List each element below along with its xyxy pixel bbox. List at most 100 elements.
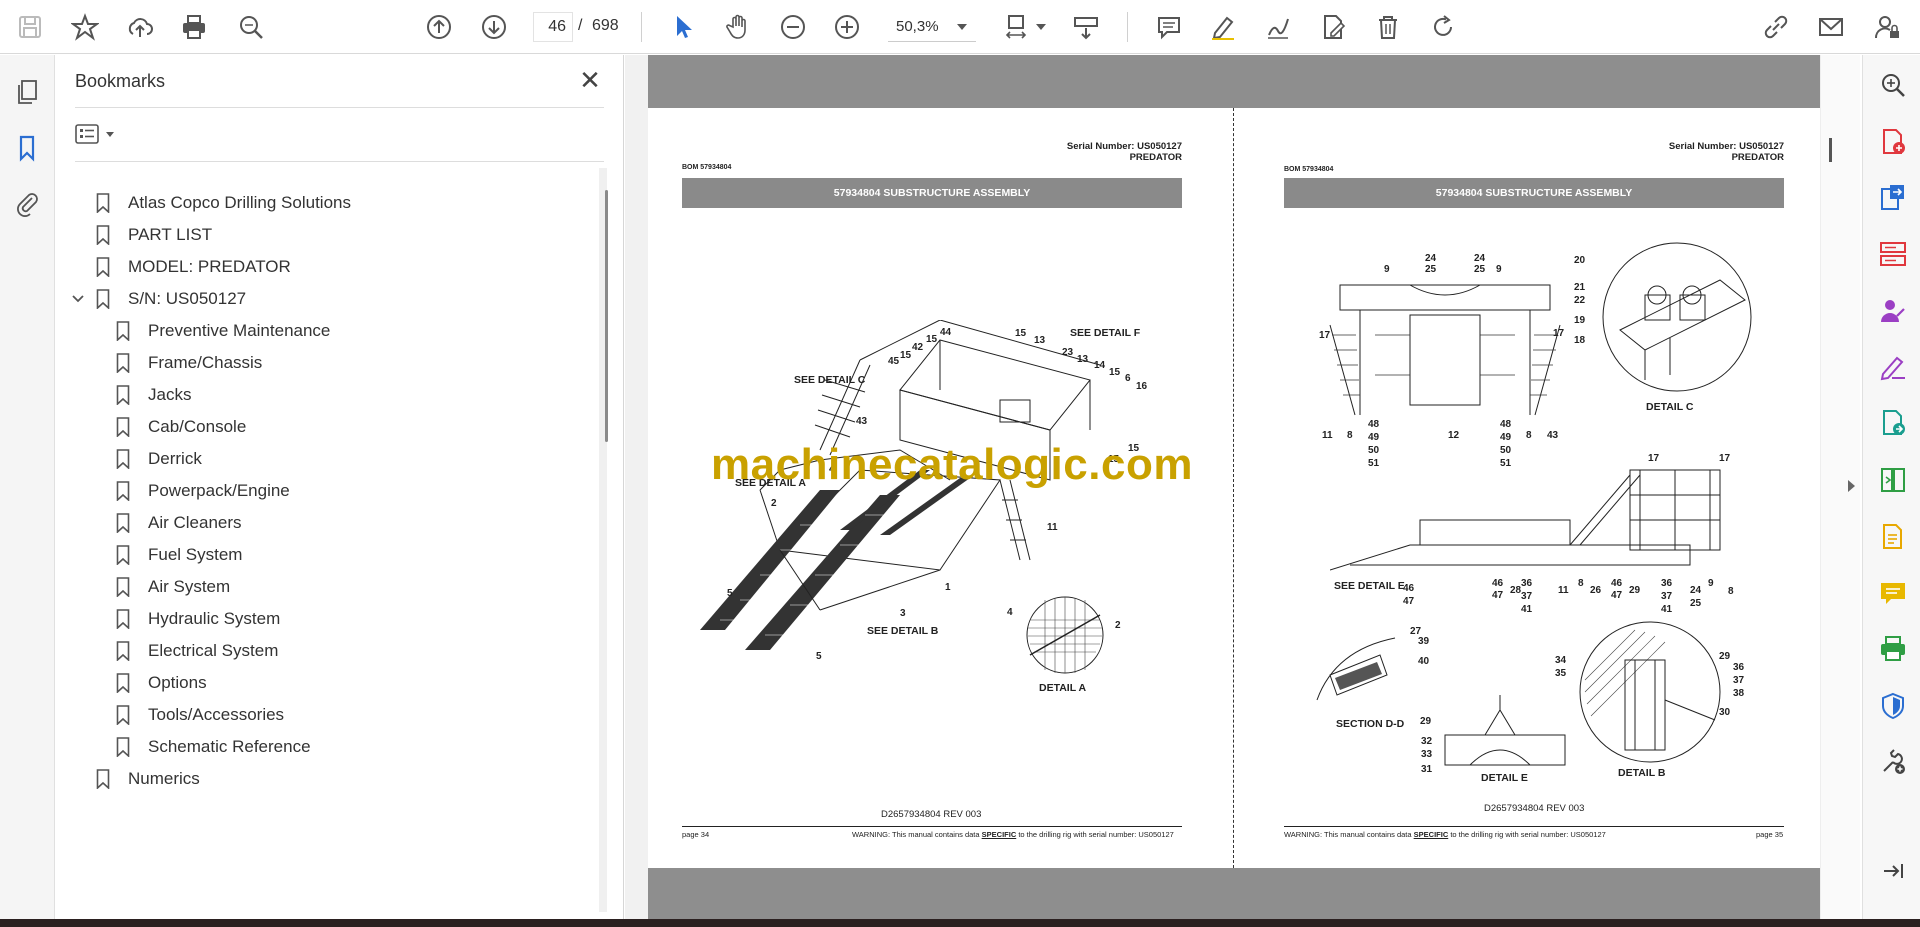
model-name: PREDATOR <box>1731 152 1784 163</box>
fit-page-icon[interactable] <box>999 9 1035 45</box>
bookmark-item-preventive-maintenance[interactable]: Preventive Maintenance <box>116 315 330 347</box>
page-number-input[interactable]: 46 <box>533 12 573 42</box>
next-page-icon[interactable] <box>476 9 512 45</box>
zoom-in-icon[interactable] <box>829 9 865 45</box>
bookmark-item-fuel-system[interactable]: Fuel System <box>116 539 242 571</box>
bookmark-label: Schematic Reference <box>148 737 311 756</box>
callout-50: 50 <box>1500 445 1512 456</box>
protect-shield-icon[interactable] <box>1877 690 1909 722</box>
bookmark-item-electrical-system[interactable]: Electrical System <box>116 635 278 667</box>
redo-rotate-icon[interactable] <box>1425 9 1461 45</box>
bookmark-item-model[interactable]: MODEL: PREDATOR <box>96 251 291 283</box>
delete-trash-icon[interactable] <box>1370 9 1406 45</box>
detail-c-drawing <box>1602 242 1752 392</box>
bookmark-icon <box>96 193 110 213</box>
bookmark-item-hydraulic-system[interactable]: Hydraulic System <box>116 603 280 635</box>
section-dd-drawing <box>1316 637 1396 701</box>
bookmark-icon <box>116 641 130 661</box>
bookmark-item-air-system[interactable]: Air System <box>116 571 230 603</box>
bookmark-item-part-list[interactable]: PART LIST <box>96 219 212 251</box>
bookmark-item-derrick[interactable]: Derrick <box>116 443 202 475</box>
callout-17: 17 <box>1719 453 1731 464</box>
bookmark-item-numerics[interactable]: Numerics <box>96 763 200 795</box>
mail-icon[interactable] <box>1813 9 1849 45</box>
footer-rule <box>1284 826 1784 827</box>
chevron-down-icon[interactable] <box>1036 24 1046 30</box>
callout-15: 15 <box>926 334 938 345</box>
more-tools-icon[interactable] <box>1877 746 1909 778</box>
document-number: D2657934804 REV 003 <box>881 809 982 820</box>
account-lock-icon[interactable] <box>1869 9 1905 45</box>
comment-tool-icon[interactable] <box>1877 577 1909 609</box>
callout-46: 46 <box>1403 583 1415 594</box>
callout-32: 32 <box>1421 736 1433 747</box>
create-pdf-icon[interactable] <box>1877 126 1909 158</box>
scroll-mode-icon[interactable] <box>1068 9 1104 45</box>
upload-cloud-icon[interactable] <box>122 9 158 45</box>
side-elevation-drawing <box>1330 469 1721 571</box>
draw-sign-icon[interactable] <box>1260 9 1296 45</box>
bookmark-item-cab-console[interactable]: Cab/Console <box>116 411 246 443</box>
bookmarks-icon[interactable] <box>12 133 42 163</box>
close-icon[interactable]: ✕ <box>576 67 604 95</box>
callout-12: 12 <box>1448 430 1460 441</box>
footer-rule <box>682 826 1182 827</box>
organize-pages-icon[interactable] <box>1877 238 1909 270</box>
chevron-down-icon[interactable] <box>70 291 86 307</box>
comment-icon[interactable] <box>1151 9 1187 45</box>
zoom-search-icon[interactable] <box>233 9 269 45</box>
print-production-icon[interactable] <box>1877 633 1909 665</box>
expand-panel-icon[interactable] <box>1877 855 1909 887</box>
zoom-tool-icon[interactable] <box>1877 69 1909 101</box>
select-cursor-icon[interactable] <box>665 9 701 45</box>
warning-text: WARNING: This manual contains data <box>1284 830 1414 839</box>
compare-files-icon[interactable] <box>1877 464 1909 496</box>
hand-tool-icon[interactable] <box>720 9 756 45</box>
bookmark-item-powerpack-engine[interactable]: Powerpack/Engine <box>116 475 290 507</box>
fill-sign-icon[interactable] <box>1877 351 1909 383</box>
bookmark-item-air-cleaners[interactable]: Air Cleaners <box>116 507 242 539</box>
combine-files-icon[interactable] <box>1877 521 1909 553</box>
bookmarks-scrollbar-thumb[interactable] <box>605 190 608 442</box>
edit-pdf-icon[interactable] <box>1315 9 1351 45</box>
callout-11: 11 <box>1558 585 1569 596</box>
print-icon[interactable] <box>176 9 212 45</box>
zoom-out-icon[interactable] <box>775 9 811 45</box>
bookmark-item-tools-accessories[interactable]: Tools/Accessories <box>116 699 284 731</box>
callout-14: 14 <box>1094 360 1106 371</box>
callout-17: 17 <box>1319 330 1331 341</box>
bookmark-options-button[interactable] <box>75 119 123 149</box>
page-separator: / <box>578 17 583 34</box>
bookmark-item-schematic-reference[interactable]: Schematic Reference <box>116 731 311 763</box>
bookmark-item-atlas-copco[interactable]: Atlas Copco Drilling Solutions <box>96 187 351 219</box>
model-name: PREDATOR <box>1129 152 1182 163</box>
bookmark-item-serial-number[interactable]: S/N: US050127 <box>96 283 246 315</box>
bookmark-item-options[interactable]: Options <box>116 667 207 699</box>
collapse-right-panel-icon[interactable] <box>1848 480 1855 492</box>
highlight-pen-icon[interactable] <box>1205 9 1241 45</box>
callout-47: 47 <box>1403 596 1415 607</box>
callout-41: 41 <box>1661 604 1673 615</box>
attachments-paperclip-icon[interactable] <box>12 188 42 218</box>
callout-48: 48 <box>1368 419 1380 430</box>
bookmark-label: Fuel System <box>148 545 243 564</box>
share-link-icon[interactable] <box>1758 9 1794 45</box>
bookmark-icon <box>116 673 130 693</box>
bookmark-item-frame-chassis[interactable]: Frame/Chassis <box>116 347 262 379</box>
request-signatures-icon[interactable] <box>1877 295 1909 327</box>
previous-page-icon[interactable] <box>421 9 457 45</box>
document-scrollbar-thumb[interactable] <box>1829 138 1832 162</box>
bookmark-star-icon[interactable] <box>67 9 103 45</box>
send-for-review-icon[interactable] <box>1877 407 1909 439</box>
save-icon[interactable] <box>12 9 48 45</box>
chevron-down-icon[interactable] <box>957 24 967 30</box>
callout-24: 24 <box>1474 253 1486 264</box>
bookmark-item-jacks[interactable]: Jacks <box>116 379 191 411</box>
bookmark-label: Atlas Copco Drilling Solutions <box>128 193 351 212</box>
export-pdf-icon[interactable] <box>1877 182 1909 214</box>
callout-31: 31 <box>1421 764 1433 775</box>
page-thumbnails-icon[interactable] <box>12 77 42 107</box>
callout-29: 29 <box>1629 585 1641 596</box>
callout-23: 23 <box>1062 347 1074 358</box>
callout-2: 2 <box>1115 620 1121 631</box>
